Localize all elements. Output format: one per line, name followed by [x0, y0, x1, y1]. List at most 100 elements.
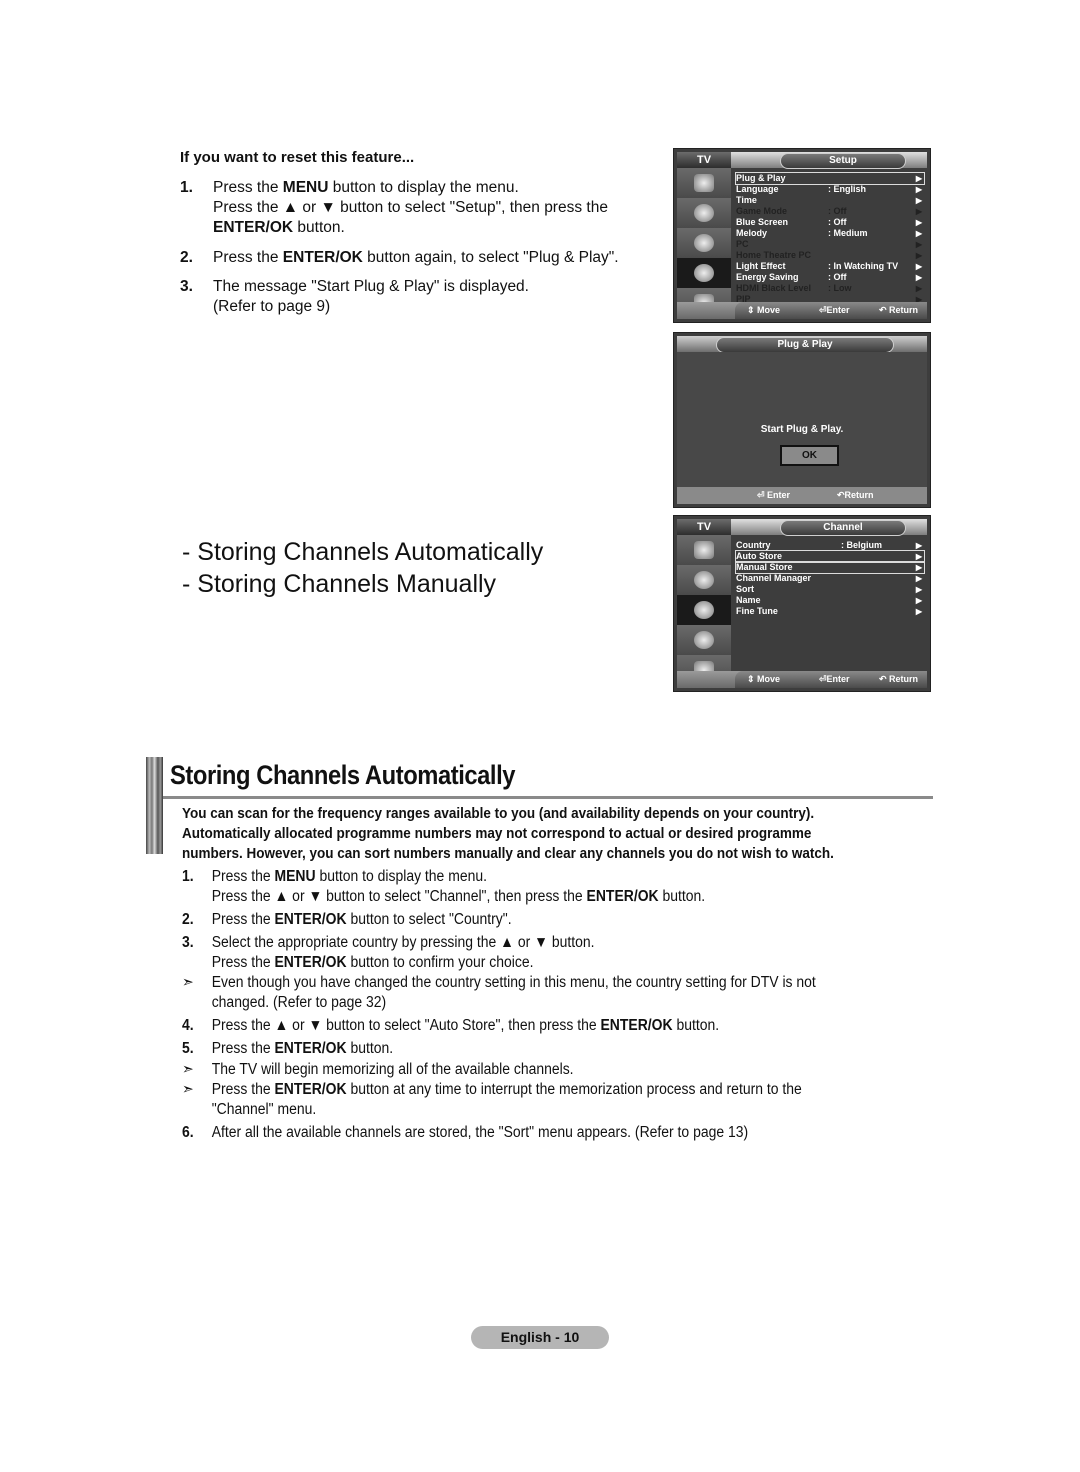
step-number: 5.	[182, 1040, 194, 1057]
sound-icon	[677, 565, 731, 596]
menu-row-value: : Off	[828, 206, 847, 216]
note-arrow-icon: ➣	[182, 1061, 194, 1078]
text: Press the ▲ or ▼ button to select "Chann…	[211, 888, 587, 905]
key-name: ENTER/OK	[274, 954, 347, 971]
text: button at any time to interrupt the memo…	[346, 1081, 802, 1098]
arrow-right-icon: ▶	[915, 262, 922, 271]
arrow-right-icon: ▶	[915, 552, 922, 561]
menu-row: Energy Saving: Off ▶	[736, 272, 924, 283]
note-arrow-icon: ➣	[182, 974, 194, 991]
step-number: 4.	[182, 1017, 194, 1034]
channel-osd-screenshot: TV Channel Country: Belgium ▶ Auto Store ▶ M…	[673, 515, 931, 692]
text: (Refer to page 9)	[213, 298, 331, 315]
menu-row-label: Game Mode	[736, 206, 788, 216]
arrow-right-icon: ▶	[915, 251, 922, 260]
arrow-right-icon: ▶	[915, 541, 922, 550]
text: "Channel" menu.	[211, 1101, 317, 1118]
step-text: Press the MENU button to display the men…	[213, 178, 608, 238]
topic-auto: - Storing Channels Automatically	[182, 538, 544, 566]
menu-row-label: Energy Saving	[736, 272, 799, 282]
menu-row-label: Melody	[736, 228, 768, 238]
arrow-right-icon: ▶	[915, 284, 922, 293]
section-rule	[163, 796, 933, 799]
step-text: changed. (Refer to page 32)	[212, 993, 387, 1013]
channel-menu-rows: Country: Belgium ▶ Auto Store ▶ Manual Store…	[735, 540, 925, 617]
menu-row: Home Theatre PC ▶	[736, 250, 924, 261]
menu-row: PC ▶	[736, 239, 924, 250]
menu-row-label: HDMI Black Level	[736, 283, 812, 293]
enter-hint: ⏎Enter	[819, 674, 850, 684]
step-text: Press the ENTER/OK button again, to sele…	[213, 248, 619, 268]
osd-footer: ⇕ Move ⏎Enter ↶ Return	[677, 302, 927, 319]
return-hint: ↶Return	[837, 490, 874, 500]
text: button.	[658, 888, 706, 905]
menu-row: Name ▶	[736, 595, 924, 606]
page-number: English - 10	[471, 1326, 609, 1349]
text: button again, to select "Plug & Play".	[362, 249, 619, 266]
osd-body: Start Plug & Play. OK	[677, 352, 927, 487]
ok-button: OK	[780, 445, 839, 466]
key-name: MENU	[274, 868, 316, 885]
menu-row-label: Blue Screen	[736, 217, 789, 227]
text: button to select "Country".	[346, 911, 512, 928]
menu-row: Channel Manager ▶	[736, 573, 924, 584]
text: changed. (Refer to page 32)	[211, 994, 387, 1011]
arrow-right-icon: ▶	[915, 196, 922, 205]
text: The message "Start Plug & Play" is displ…	[213, 278, 529, 295]
picture-icon	[677, 168, 731, 199]
arrow-right-icon: ▶	[915, 174, 922, 183]
menu-row: Blue Screen: Off ▶	[736, 217, 924, 228]
menu-row: HDMI Black Level : Low ▶	[736, 283, 924, 294]
menu-row-value: : Belgium	[841, 540, 883, 550]
step-text: The TV will begin memorizing all of the …	[212, 1060, 574, 1080]
topic-list: - Storing Channels Automatically - Stori…	[182, 536, 543, 600]
text: The TV will begin memorizing all of the …	[211, 1061, 574, 1078]
step-number: 1.	[180, 179, 193, 196]
menu-row-value: : Off	[828, 272, 847, 282]
step-text: Select the appropriate country by pressi…	[212, 933, 595, 953]
step-text: After all the available channels are sto…	[212, 1123, 748, 1143]
step-text: Even though you have changed the country…	[212, 973, 816, 993]
text: Press the ▲ or ▼ button to select "Auto …	[211, 1017, 601, 1034]
menu-row: Auto Store ▶	[735, 550, 925, 563]
menu-row-label: PC	[736, 239, 749, 249]
note-arrow-icon: ➣	[182, 1081, 194, 1098]
osd-footer: ⇕ Move ⏎Enter ↶ Return	[677, 671, 927, 688]
text: Press the	[211, 1081, 275, 1098]
intro-line: numbers. However, you can sort numbers m…	[182, 845, 834, 862]
menu-row: Manual Store ▶	[735, 561, 925, 574]
menu-row: Sort ▶	[736, 584, 924, 595]
text: Press the	[211, 1040, 275, 1057]
menu-row-label: Name	[736, 595, 761, 605]
menu-row-value: : Medium	[828, 228, 868, 238]
menu-row-label: Language	[736, 184, 779, 194]
step-text: The message "Start Plug & Play" is displ…	[213, 277, 529, 317]
menu-row-value: : Low	[828, 283, 852, 293]
menu-row-value: : In Watching TV	[828, 261, 899, 271]
menu-row: Melody: Medium ▶	[736, 228, 924, 239]
step-text: Press the ENTER/OK button to select "Cou…	[212, 910, 512, 930]
text: Press the ▲ or ▼ button to select "Setup…	[213, 199, 608, 216]
section-bar-decoration	[146, 757, 163, 854]
osd-title: Plug & Play	[716, 337, 894, 353]
arrow-right-icon: ▶	[915, 585, 922, 594]
topic-manual: - Storing Channels Manually	[182, 570, 497, 598]
step-text: Press the MENU button to display the men…	[212, 867, 487, 887]
menu-row-value: : Off	[828, 217, 847, 227]
osd-sidebar	[677, 535, 731, 686]
channel-icon	[677, 228, 731, 259]
key-name: ENTER/OK	[586, 888, 659, 905]
return-hint: ↶ Return	[879, 305, 919, 315]
enter-hint: ⏎Enter	[819, 305, 850, 315]
osd-footer: ⏎ Enter ↶Return	[677, 487, 927, 504]
menu-row: Plug & Play ▶	[735, 172, 925, 185]
move-hint: ⇕ Move	[747, 674, 781, 684]
step-number: 3.	[182, 934, 194, 951]
step-number: 6.	[182, 1124, 194, 1141]
menu-row-label: Plug & Play	[736, 173, 786, 183]
arrow-right-icon: ▶	[915, 240, 922, 249]
text: Press the	[211, 954, 275, 971]
text: Press the	[213, 179, 283, 196]
arrow-right-icon: ▶	[915, 185, 922, 194]
menu-row-label: Home Theatre PC	[736, 250, 812, 260]
